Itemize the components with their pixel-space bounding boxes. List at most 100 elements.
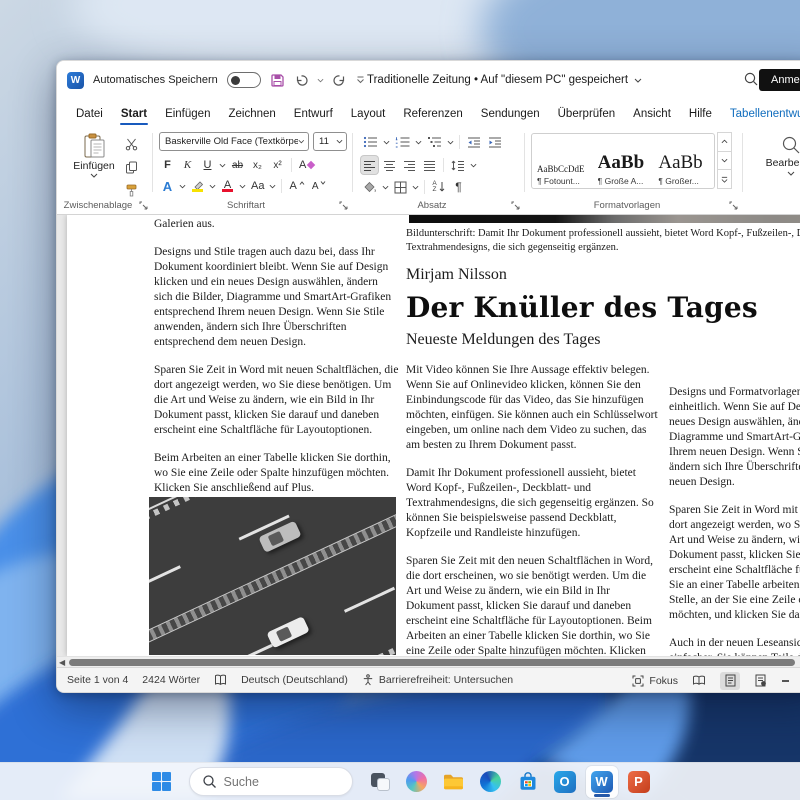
tab-tabellenentwurf[interactable]: Tabellenentwurf xyxy=(721,103,800,127)
tab-referenzen[interactable]: Referenzen xyxy=(394,103,471,127)
borders-button[interactable] xyxy=(392,178,409,196)
tab-entwurf[interactable]: Entwurf xyxy=(285,103,342,127)
line-spacing-button[interactable] xyxy=(449,156,467,174)
style-item-fotountertitel[interactable]: AaBbCcDdE ¶ Fotount... xyxy=(532,134,593,188)
tab-start[interactable]: Start xyxy=(112,103,156,127)
align-center-button[interactable] xyxy=(381,156,398,174)
decrease-indent-button[interactable] xyxy=(465,133,483,151)
edge-button[interactable] xyxy=(475,766,507,798)
scroll-left-arrow-icon[interactable]: ◀ xyxy=(59,659,67,667)
subscript-button[interactable]: x₂ xyxy=(249,156,266,174)
clipboard-dialog-launcher-icon[interactable] xyxy=(139,201,148,210)
text-effects-button[interactable]: A xyxy=(159,177,176,195)
gallery-scroll-up-button[interactable] xyxy=(717,132,732,152)
focus-mode-button[interactable]: Fokus xyxy=(632,675,678,687)
strikethrough-button[interactable]: ab xyxy=(229,156,246,174)
style-item-grosse-anfangszeile[interactable]: AaBb ¶ Große A... xyxy=(593,134,654,188)
customize-toolbar-icon[interactable] xyxy=(356,76,365,84)
text-effects-dropdown-icon[interactable] xyxy=(179,184,186,189)
sort-button[interactable]: A Z xyxy=(430,178,447,196)
tab-sendungen[interactable]: Sendungen xyxy=(472,103,549,127)
tab-ansicht[interactable]: Ansicht xyxy=(624,103,680,127)
search-input[interactable] xyxy=(224,775,324,789)
style-item-grosser-titel[interactable]: AaBb ¶ Großer... xyxy=(653,134,714,188)
format-painter-button[interactable] xyxy=(123,181,140,199)
sign-in-button[interactable]: Anmelden xyxy=(759,69,800,91)
font-dialog-launcher-icon[interactable] xyxy=(339,201,348,210)
microsoft-store-button[interactable] xyxy=(512,766,544,798)
zoom-out-button[interactable] xyxy=(782,680,789,682)
tab-einfuegen[interactable]: Einfügen xyxy=(156,103,219,127)
tab-hilfe[interactable]: Hilfe xyxy=(680,103,721,127)
language-status[interactable]: Deutsch (Deutschland) xyxy=(241,674,348,686)
horizontal-scrollbar-thumb[interactable] xyxy=(69,659,795,666)
gallery-scroll-down-button[interactable] xyxy=(717,151,732,171)
underline-dropdown-icon[interactable] xyxy=(219,163,226,168)
shading-button[interactable] xyxy=(361,178,379,196)
bullets-button[interactable] xyxy=(361,133,380,151)
read-mode-button[interactable] xyxy=(689,672,709,690)
font-size-combobox[interactable]: 11 xyxy=(313,132,347,151)
editing-button[interactable]: Bearbeiten xyxy=(761,135,800,176)
align-left-button[interactable] xyxy=(361,156,378,174)
superscript-button[interactable]: x² xyxy=(269,156,286,174)
line-spacing-dropdown-icon[interactable] xyxy=(470,163,477,168)
styles-dialog-launcher-icon[interactable] xyxy=(729,201,738,210)
accessibility-status[interactable]: Barrierefreiheit: Untersuchen xyxy=(362,674,513,686)
font-name-combobox[interactable]: Baskerville Old Face (Textkörper) xyxy=(159,132,309,151)
font-color-button[interactable]: A xyxy=(219,177,236,195)
tab-zeichnen[interactable]: Zeichnen xyxy=(219,103,284,127)
bold-button[interactable]: F xyxy=(159,156,176,174)
autosave-toggle[interactable] xyxy=(227,72,261,88)
increase-indent-button[interactable] xyxy=(486,133,504,151)
document-page[interactable]: Galerien aus. Designs und Stile tragen a… xyxy=(67,215,800,656)
align-right-button[interactable] xyxy=(401,156,418,174)
underline-button[interactable]: U xyxy=(199,156,216,174)
paragraph-dialog-launcher-icon[interactable] xyxy=(511,201,520,210)
shrink-font-button[interactable]: A xyxy=(310,177,329,195)
justify-button[interactable] xyxy=(421,156,438,174)
word-taskbar-button[interactable]: W xyxy=(586,766,618,798)
borders-dropdown-icon[interactable] xyxy=(412,185,419,190)
show-formatting-button[interactable]: ¶ xyxy=(450,178,467,196)
web-layout-button[interactable] xyxy=(751,672,771,690)
proofing-status-button[interactable] xyxy=(214,674,227,686)
multilevel-dropdown-icon[interactable] xyxy=(447,140,454,145)
tab-ueberpruefen[interactable]: Überprüfen xyxy=(549,103,625,127)
taskbar-search[interactable] xyxy=(189,767,353,796)
numbering-dropdown-icon[interactable] xyxy=(415,140,422,145)
paste-button[interactable]: Einfügen xyxy=(71,133,117,178)
document-title[interactable]: Traditionelle Zeitung • Auf "diesem PC" … xyxy=(367,61,642,99)
save-icon[interactable] xyxy=(270,73,285,88)
tab-layout[interactable]: Layout xyxy=(342,103,395,127)
font-color-dropdown-icon[interactable] xyxy=(239,184,246,189)
grow-font-button[interactable]: A xyxy=(287,177,306,195)
redo-icon[interactable] xyxy=(333,74,347,87)
document-area[interactable]: Galerien aus. Designs und Stile tragen a… xyxy=(57,215,800,656)
change-case-dropdown-icon[interactable] xyxy=(269,184,276,189)
start-button[interactable] xyxy=(146,766,178,798)
numbering-button[interactable] xyxy=(393,133,412,151)
page-number-status[interactable]: Seite 1 von 4 xyxy=(67,674,128,686)
gallery-more-button[interactable] xyxy=(717,169,732,189)
tab-datei[interactable]: Datei xyxy=(67,103,112,127)
print-layout-button[interactable] xyxy=(720,672,740,690)
copy-button[interactable] xyxy=(123,158,140,176)
powerpoint-button[interactable]: P xyxy=(623,766,655,798)
clear-formatting-button[interactable]: A xyxy=(297,156,316,174)
task-view-button[interactable] xyxy=(364,766,396,798)
file-explorer-button[interactable] xyxy=(438,766,470,798)
change-case-button[interactable]: Aa xyxy=(249,177,266,195)
shading-dropdown-icon[interactable] xyxy=(382,185,389,190)
italic-button[interactable]: K xyxy=(179,156,196,174)
highlight-dropdown-icon[interactable] xyxy=(209,184,216,189)
horizontal-scrollbar[interactable]: ◀ xyxy=(57,656,800,667)
highlight-color-button[interactable] xyxy=(189,177,206,195)
copilot-button[interactable] xyxy=(401,766,433,798)
cut-button[interactable] xyxy=(123,135,140,153)
bullets-dropdown-icon[interactable] xyxy=(383,140,390,145)
search-icon[interactable] xyxy=(743,71,759,87)
undo-dropdown-icon[interactable] xyxy=(317,78,324,83)
word-count-status[interactable]: 2424 Wörter xyxy=(142,674,200,686)
outlook-button[interactable]: O xyxy=(549,766,581,798)
